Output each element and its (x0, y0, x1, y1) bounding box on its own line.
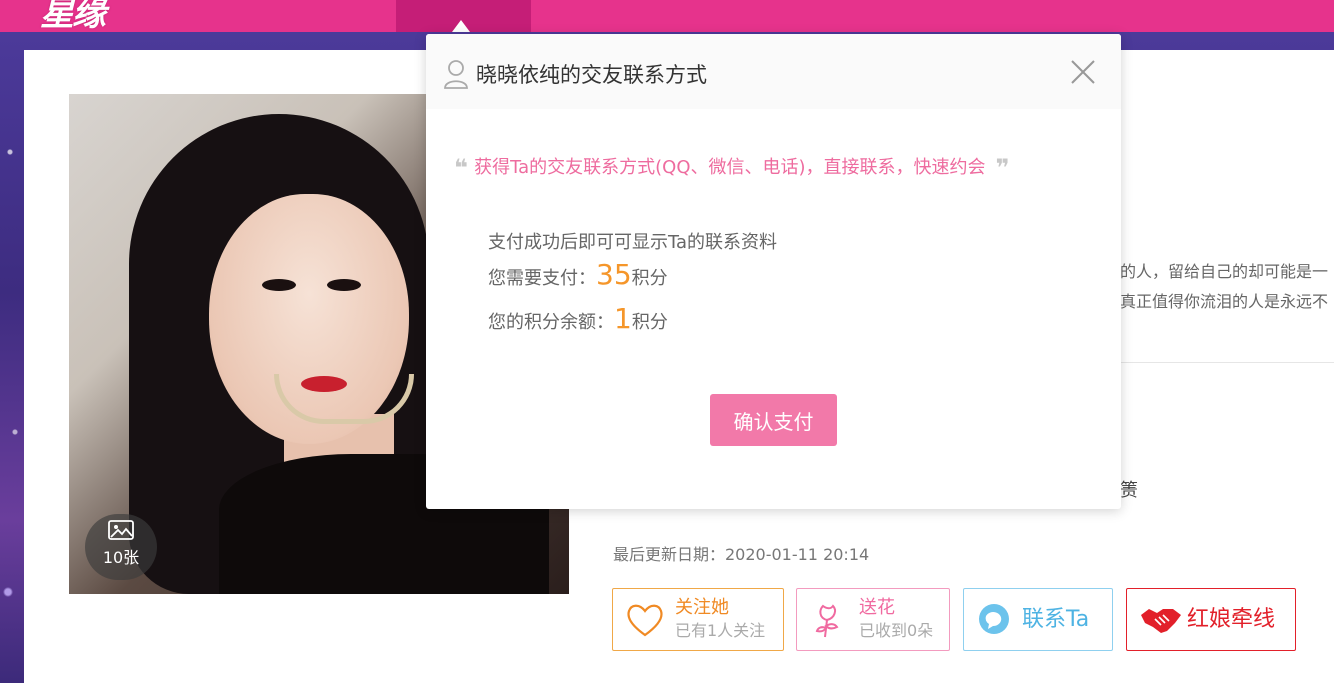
need-pay-unit: 积分 (631, 268, 668, 289)
image-icon (108, 520, 134, 540)
follow-button[interactable]: 关注她 已有1人关注 (612, 588, 784, 651)
modal-header: 晓晓依纯的交友联系方式 (426, 34, 1121, 109)
bio-text-line2: 真正值得你流泪的人是永远不 (1120, 292, 1329, 311)
info-fragment: 箦 (1120, 480, 1138, 501)
top-nav-bar: 星缘 (0, 0, 1334, 34)
need-pay-row: 您需要支付：35积分 (488, 258, 668, 291)
user-icon (444, 60, 468, 89)
photo-eye-left (262, 279, 296, 291)
modal-title: 晓晓依纯的交友联系方式 (476, 63, 707, 87)
nav-caret-icon (452, 20, 470, 32)
flower-label: 送花 (859, 596, 895, 618)
contact-label: 联系Ta (1022, 606, 1090, 632)
modal-quote-text: 获得Ta的交友联系方式(QQ、微信、电话)，直接联系，快速约会 (474, 157, 986, 178)
balance-unit: 积分 (631, 312, 668, 333)
rose-icon (815, 603, 839, 637)
photo-eye-right (327, 279, 361, 291)
photo-count-badge[interactable]: 10张 (85, 514, 157, 580)
balance-value: 1 (614, 302, 632, 335)
photo-count-label: 10张 (102, 548, 140, 567)
pay-info-text: 支付成功后即可可显示Ta的联系资料 (488, 232, 778, 253)
modal-quote: ❝ 获得Ta的交友联系方式(QQ、微信、电话)，直接联系，快速约会 ❞ (454, 153, 1094, 182)
matchmaker-label: 红娘牵线 (1187, 606, 1276, 632)
need-pay-label: 您需要支付： (488, 268, 596, 289)
balance-row: 您的积分余额：1积分 (488, 302, 668, 335)
section-divider (1120, 362, 1334, 363)
balance-label: 您的积分余额： (488, 312, 614, 333)
close-quote-icon: ❞ (995, 154, 1010, 182)
site-logo[interactable]: 星缘 (40, 0, 106, 34)
follow-label: 关注她 (675, 596, 729, 618)
chat-bubble-icon (979, 603, 1009, 634)
open-quote-icon: ❝ (454, 154, 469, 182)
contact-button[interactable]: 联系Ta (963, 588, 1113, 651)
contact-payment-modal: 晓晓依纯的交友联系方式 ❝ 获得Ta的交友联系方式(QQ、微信、电话)，直接联系，… (426, 34, 1121, 509)
heart-icon (627, 604, 663, 636)
close-icon[interactable] (1068, 57, 1098, 87)
follow-count: 已有1人关注 (675, 620, 766, 640)
handshake-icon (1141, 608, 1181, 633)
bio-text-line1: 的人，留给自己的却可能是一 (1120, 262, 1329, 281)
confirm-payment-button[interactable]: 确认支付 (710, 394, 837, 446)
matchmaker-button[interactable]: 红娘牵线 (1126, 588, 1296, 651)
last-update-date: 最后更新日期：2020-01-11 20:14 (613, 545, 870, 564)
flower-count: 已收到0朵 (859, 620, 934, 640)
need-pay-value: 35 (596, 258, 632, 291)
send-flower-button[interactable]: 送花 已收到0朵 (796, 588, 950, 651)
